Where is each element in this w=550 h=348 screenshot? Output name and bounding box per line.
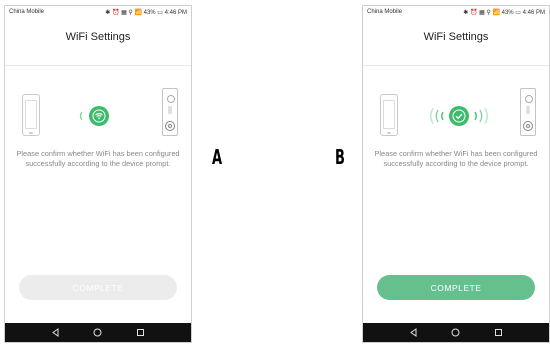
status-indicators: ✱ ⏰ ▦ ⚲ 📶 43% ▭ 4:46 PM [463, 10, 545, 16]
android-nav-bar [363, 323, 549, 342]
signal-waves-left-icon [79, 111, 83, 121]
divider [5, 65, 191, 66]
signal-waves-left-icon [430, 108, 444, 124]
phone-screen-b: China Mobile ✱ ⏰ ▦ ⚲ 📶 43% ▭ 4:46 PM WiF… [362, 5, 550, 343]
smartphone-icon [380, 94, 398, 136]
confirmation-prompt: Please confirm whether WiFi has been con… [374, 149, 538, 168]
check-icon [449, 106, 469, 126]
caption-b: B [335, 145, 345, 169]
connection-illustration [363, 86, 549, 146]
phone-screen-a: China Mobile ✱ ⏰ ▦ ⚲ 📶 43% ▭ 4:46 PM WiF… [4, 5, 192, 343]
recent-apps-icon[interactable] [136, 328, 145, 337]
recent-apps-icon[interactable] [494, 328, 503, 337]
carrier-label: China Mobile [9, 9, 45, 15]
page-title: WiFi Settings [423, 31, 489, 43]
android-nav-bar [5, 323, 191, 342]
page-title: WiFi Settings [65, 31, 131, 43]
doorbell-device-icon [520, 88, 536, 136]
back-icon[interactable] [51, 328, 60, 337]
carrier-label: China Mobile [367, 9, 403, 15]
signal-waves-right-icon [474, 108, 488, 124]
complete-button[interactable]: COMPLETE [19, 275, 177, 300]
home-icon[interactable] [451, 328, 460, 337]
status-indicators: ✱ ⏰ ▦ ⚲ 📶 43% ▭ 4:46 PM [105, 10, 187, 16]
confirmation-prompt: Please confirm whether WiFi has been con… [16, 149, 180, 168]
back-icon[interactable] [409, 328, 418, 337]
connection-illustration [5, 86, 191, 146]
status-bar: China Mobile ✱ ⏰ ▦ ⚲ 📶 43% ▭ 4:46 PM [363, 6, 549, 18]
status-bar: China Mobile ✱ ⏰ ▦ ⚲ 📶 43% ▭ 4:46 PM [5, 6, 191, 18]
caption-a: A [212, 145, 223, 169]
smartphone-icon [22, 94, 40, 136]
wifi-icon [89, 106, 109, 126]
divider [363, 65, 549, 66]
doorbell-device-icon [162, 88, 178, 136]
complete-button[interactable]: COMPLETE [377, 275, 535, 300]
home-icon[interactable] [93, 328, 102, 337]
